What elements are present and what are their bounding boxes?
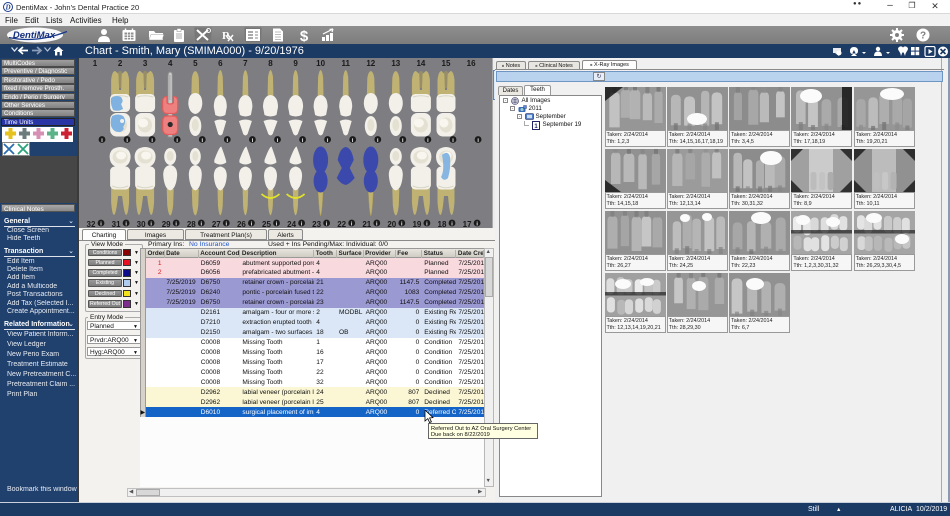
svg-text:16: 16 — [467, 59, 476, 68]
svg-text:14: 14 — [416, 59, 425, 68]
svg-text:29: 29 — [162, 220, 171, 228]
svg-text:17: 17 — [463, 220, 472, 228]
svg-text:D: D — [4, 4, 10, 12]
svg-text:12: 12 — [366, 59, 375, 68]
svg-text:22: 22 — [337, 220, 346, 228]
svg-text:10: 10 — [316, 59, 325, 68]
svg-text:$: $ — [300, 28, 309, 43]
svg-text:6: 6 — [218, 59, 223, 68]
svg-text:7: 7 — [243, 59, 248, 68]
svg-text:9: 9 — [293, 59, 298, 68]
svg-text:5: 5 — [193, 59, 198, 68]
svg-text:25: 25 — [262, 220, 271, 228]
svg-text:21: 21 — [362, 220, 371, 228]
svg-text:18: 18 — [438, 220, 447, 228]
svg-text:?: ? — [920, 31, 926, 42]
svg-text:4: 4 — [168, 59, 173, 68]
svg-text:23: 23 — [312, 220, 321, 228]
svg-text:▲: ▲ — [851, 50, 857, 56]
svg-text:3: 3 — [143, 59, 148, 68]
svg-text:31: 31 — [112, 220, 121, 228]
svg-text:27: 27 — [212, 220, 221, 228]
svg-text:11: 11 — [341, 59, 350, 68]
svg-text:24: 24 — [287, 220, 296, 228]
svg-text:2: 2 — [118, 59, 123, 68]
svg-text:30: 30 — [137, 220, 146, 228]
svg-text:1: 1 — [93, 59, 98, 68]
svg-text:8: 8 — [268, 59, 273, 68]
svg-text:15: 15 — [442, 59, 451, 68]
svg-text:DentiMax: DentiMax — [13, 30, 56, 41]
svg-text:26: 26 — [237, 220, 246, 228]
svg-text:19: 19 — [412, 220, 421, 228]
svg-text:20: 20 — [387, 220, 396, 228]
svg-text:32: 32 — [87, 220, 96, 228]
svg-text:28: 28 — [187, 220, 196, 228]
svg-text:13: 13 — [391, 59, 400, 68]
